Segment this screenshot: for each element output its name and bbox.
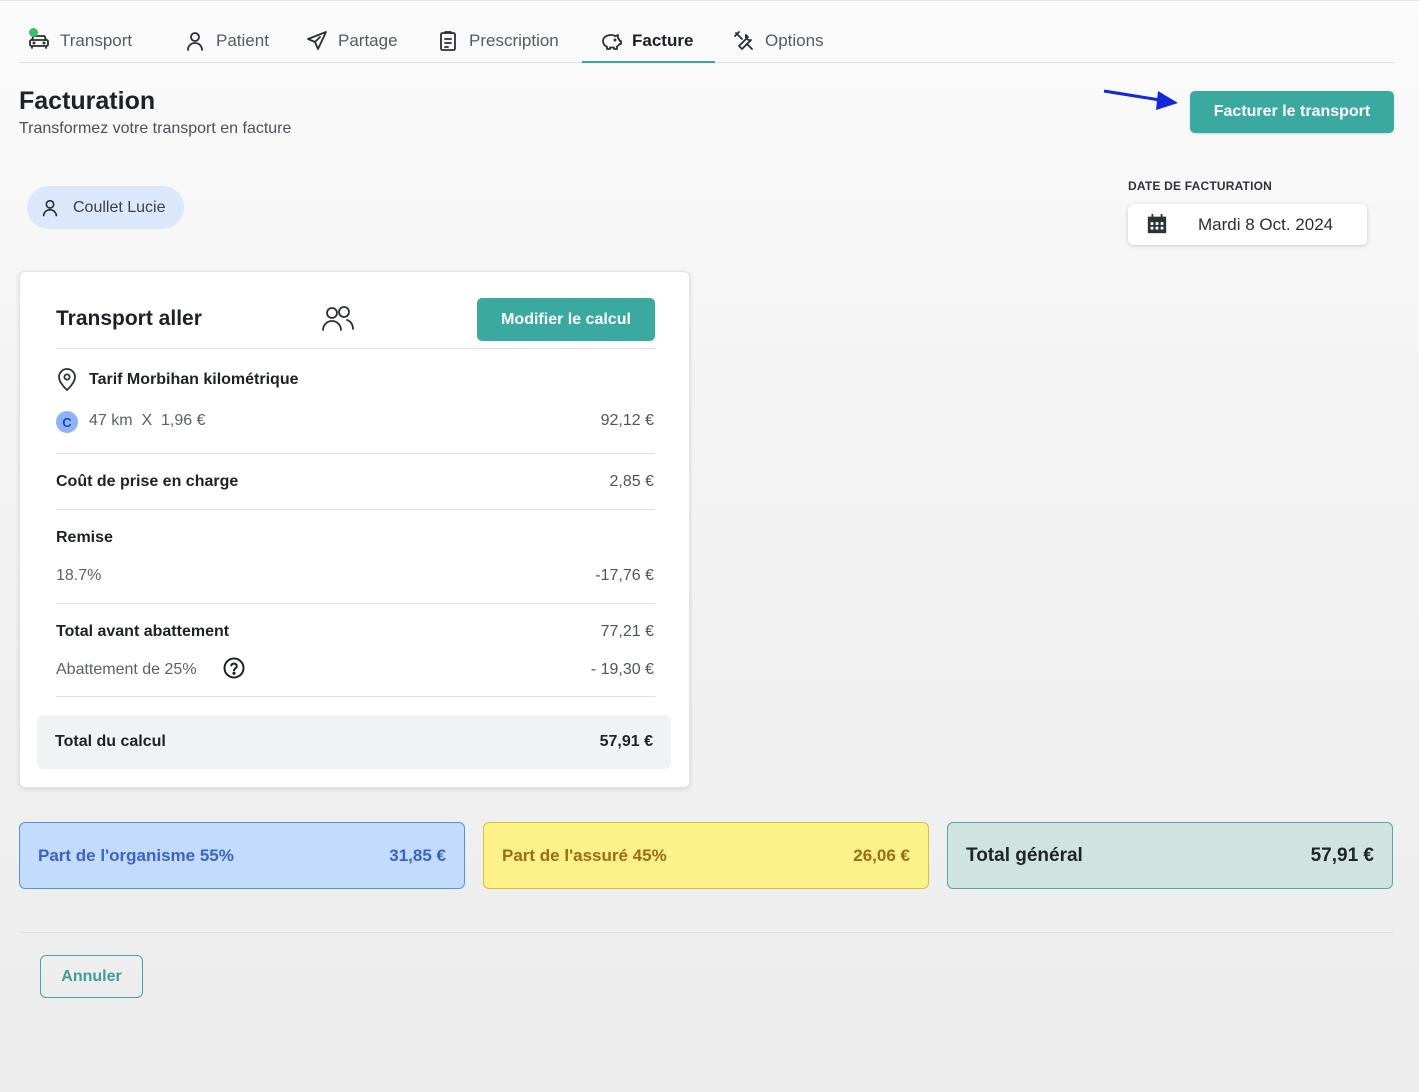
patient-name: Coullet Lucie xyxy=(73,198,166,216)
page-title: Facturation xyxy=(19,87,156,115)
page-subtitle: Transformez votre transport en facture xyxy=(19,120,292,137)
tab-options[interactable]: Options xyxy=(732,20,824,62)
divider xyxy=(56,509,655,510)
tab-prescription[interactable]: Prescription xyxy=(436,20,559,62)
send-icon xyxy=(307,31,327,50)
insured-share-amount: 26,06 € xyxy=(853,845,910,865)
grand-total-amount: 57,91 € xyxy=(1310,844,1374,866)
distance-calc: 47 km X 1,96 € xyxy=(89,412,206,429)
cancel-button[interactable]: Annuler xyxy=(40,955,143,998)
insured-share-label: Part de l'assuré 45% xyxy=(502,845,667,865)
grand-total-label: Total général xyxy=(966,844,1083,866)
category-badge: C xyxy=(56,411,78,433)
modify-calculation-button[interactable]: Modifier le calcul xyxy=(477,298,655,341)
organism-share-amount: 31,85 € xyxy=(389,845,446,865)
abatement-amount: - 19,30 € xyxy=(590,661,654,678)
divider xyxy=(56,453,655,454)
tab-label: Patient xyxy=(216,31,269,50)
top-border xyxy=(0,0,1419,1)
tab-bar: Transport Patient Partage Prescription F… xyxy=(19,20,1394,63)
tools-icon xyxy=(734,31,753,50)
tab-partage[interactable]: Partage xyxy=(305,20,398,62)
tab-patient[interactable]: Patient xyxy=(183,20,269,62)
clipboard-icon xyxy=(440,31,456,51)
billing-date-picker[interactable]: Mardi 8 Oct. 2024 xyxy=(1128,204,1367,245)
grand-total-box: Total général 57,91 € xyxy=(947,822,1393,889)
tab-label: Facture xyxy=(632,31,694,50)
billing-date-label: DATE DE FACTURATION xyxy=(1128,179,1273,193)
divider xyxy=(56,603,655,604)
location-pin-icon xyxy=(58,368,76,392)
tab-transport[interactable]: Transport xyxy=(27,20,132,62)
status-dot xyxy=(29,28,38,37)
divider xyxy=(19,932,1394,933)
divider xyxy=(56,348,655,349)
calculation-total-amount: 57,91 € xyxy=(599,733,653,750)
discount-amount: -17,76 € xyxy=(595,567,654,584)
transport-card: Transport aller Modifier le calcul Tarif… xyxy=(19,271,690,788)
tariff-label: Tarif Morbihan kilométrique xyxy=(89,371,299,388)
organism-share-label: Part de l'organisme 55% xyxy=(38,845,234,865)
piggy-bank-icon xyxy=(602,34,622,50)
subtotal-amount: 77,21 € xyxy=(600,623,654,640)
card-title: Transport aller xyxy=(56,307,202,330)
tab-label: Options xyxy=(765,31,824,50)
calculation-total-box: Total du calcul 57,91 € xyxy=(37,715,671,769)
pickup-cost-amount: 2,85 € xyxy=(609,473,654,490)
pickup-cost-label: Coût de prise en charge xyxy=(56,473,239,490)
tab-facture[interactable]: Facture xyxy=(599,20,693,62)
help-icon[interactable] xyxy=(223,657,245,679)
tab-label: Partage xyxy=(338,31,398,50)
tab-label: Transport xyxy=(60,31,133,50)
discount-rate: 18.7% xyxy=(56,567,102,584)
patient-chip[interactable]: Coullet Lucie xyxy=(27,186,184,229)
distance-amount: 92,12 € xyxy=(600,412,654,429)
user-icon xyxy=(42,199,58,216)
tab-label: Prescription xyxy=(469,31,559,50)
billing-date-value: Mardi 8 Oct. 2024 xyxy=(1198,215,1334,234)
calendar-icon xyxy=(1147,213,1167,234)
discount-label: Remise xyxy=(56,529,113,546)
insured-share-box: Part de l'assuré 45% 26,06 € xyxy=(483,822,929,889)
people-icon[interactable] xyxy=(320,304,356,332)
invoice-transport-button[interactable]: Facturer le transport xyxy=(1190,91,1394,133)
calculation-total-label: Total du calcul xyxy=(55,733,166,750)
arrow-right-icon xyxy=(1103,89,1178,110)
abatement-label: Abattement de 25% xyxy=(56,661,197,678)
user-icon xyxy=(187,32,203,51)
subtotal-label: Total avant abattement xyxy=(56,623,230,640)
active-tab-indicator xyxy=(582,61,715,63)
organism-share-box: Part de l'organisme 55% 31,85 € xyxy=(19,822,465,889)
divider xyxy=(56,696,655,697)
